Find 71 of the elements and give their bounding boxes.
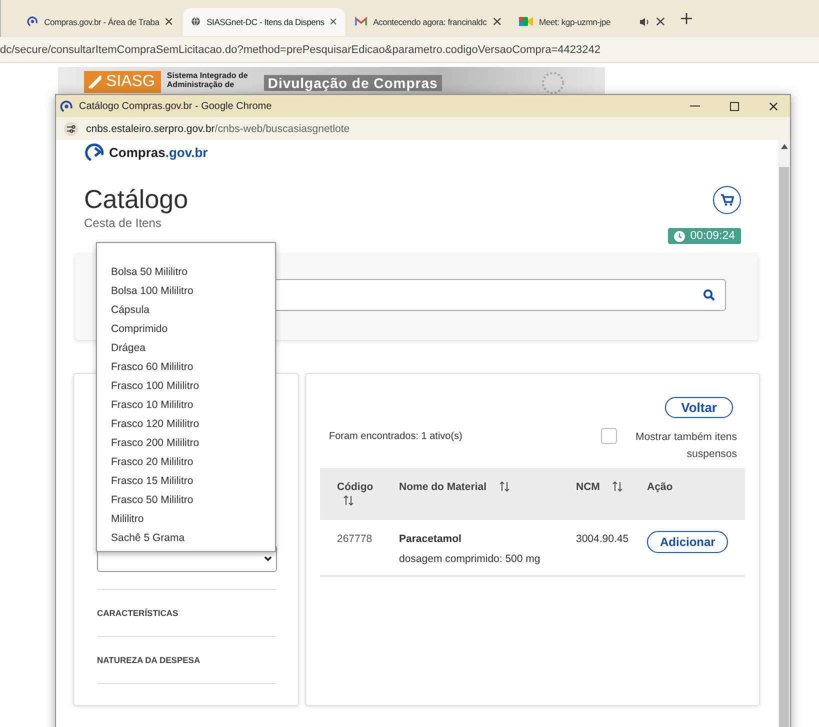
column-header: Código	[337, 481, 374, 493]
dropdown-option[interactable]: Frasco 20 Mililitro	[97, 453, 275, 472]
add-button[interactable]: Adicionar	[647, 531, 728, 553]
table-cell: 3004.90.45	[576, 533, 629, 545]
checkbox-label[interactable]: Mostrar também itens suspensos	[617, 429, 737, 463]
column-header: Nome do Material	[399, 481, 487, 493]
dropdown-option[interactable]: Bolsa 50 Mililitro	[97, 263, 275, 282]
system-name-line: Administração de	[166, 80, 236, 89]
close-icon[interactable]	[165, 17, 173, 26]
column-header: Ação	[647, 481, 673, 493]
page-title: Catálogo	[84, 184, 190, 215]
banner-heading: Divulgação de Compras	[264, 75, 442, 91]
chevron-down-icon	[264, 556, 272, 562]
sort-icon[interactable]	[612, 481, 623, 492]
dropdown-option[interactable]: Mililitro	[97, 510, 275, 529]
dropdown-option[interactable]: Frasco 100 Mililitro	[97, 377, 275, 396]
site-settings-icon[interactable]	[64, 122, 78, 136]
table-cell: 267778	[337, 533, 372, 545]
filter-heading[interactable]: NATUREZA DA DESPESA	[97, 655, 200, 665]
close-icon[interactable]	[492, 17, 501, 26]
back-button[interactable]: Voltar	[665, 397, 733, 418]
dropdown-option[interactable]: Drágea	[97, 339, 275, 358]
brand-name: Compras.gov.br	[109, 144, 208, 160]
dropdown-option[interactable]: Bolsa 100 Mililitro	[97, 282, 275, 301]
browser-tab[interactable]: Acontecendo agora: francinaldc	[347, 8, 509, 36]
dropdown-option[interactable]: Cápsula	[97, 301, 275, 320]
system-name-line: Sistema Integrado de	[166, 71, 248, 80]
cart-icon	[720, 194, 734, 206]
browser-tab[interactable]: Meet: kgp-uzmn-jpe	[511, 8, 673, 36]
maximize-icon[interactable]	[730, 102, 739, 110]
dropdown-option[interactable]: Comprimido	[97, 320, 275, 339]
search-icon[interactable]	[703, 289, 715, 301]
popup-address[interactable]: cnbs.estaleiro.serpro.gov.br/cnbs-web/buscasiasgnetlote	[86, 122, 350, 134]
dropdown-option[interactable]: Frasco 60 Mililitro	[97, 358, 275, 377]
material-description: dosagem comprimido: 500 mg	[399, 553, 542, 565]
scrollbar[interactable]	[778, 140, 790, 727]
sort-icon[interactable]	[498, 481, 510, 492]
close-icon[interactable]	[769, 102, 778, 110]
browser-tab[interactable]: SIASGnet-DC - Itens da Dispens	[183, 8, 345, 36]
new-tab-icon[interactable]	[681, 13, 692, 24]
ring-icon	[27, 15, 38, 28]
material-name: Paracetamol	[399, 533, 462, 545]
seal-icon	[541, 71, 565, 95]
dropdown-option[interactable]: Sachê 5 Grama	[97, 529, 275, 548]
timer-badge: 00:09:24	[668, 228, 741, 244]
scroll-up-icon[interactable]	[780, 144, 788, 149]
results-count: Foram encontrados: 1 ativo(s)	[329, 431, 464, 442]
mail-icon	[355, 16, 368, 27]
close-icon[interactable]	[330, 17, 337, 26]
brand-logo-icon	[84, 142, 106, 162]
checkbox[interactable]	[601, 428, 617, 444]
logo-text: SIASG	[106, 73, 155, 91]
globe-icon	[191, 15, 201, 28]
dropdown-option[interactable]: Frasco 200 Mililitro	[97, 434, 275, 453]
page-subtitle: Cesta de Itens	[84, 216, 162, 230]
ring-icon	[60, 100, 73, 112]
clock-icon	[674, 230, 686, 242]
speaker-icon[interactable]	[639, 16, 650, 26]
dropdown-option[interactable]: Frasco 10 Mililitro	[97, 396, 275, 415]
column-header: NCM	[576, 481, 600, 493]
filter-heading[interactable]: CARACTERÍSTICAS	[97, 608, 178, 618]
dropdown-option[interactable]: Frasco 120 Mililitro	[97, 415, 275, 434]
close-icon[interactable]	[656, 17, 665, 26]
dropdown-option[interactable]: Frasco 15 Mililitro	[97, 472, 275, 491]
sort-icon[interactable]	[343, 495, 354, 506]
logo-icon	[87, 74, 103, 90]
browser-tab[interactable]: Compras.gov.br - Área de Traba	[19, 8, 181, 36]
dropdown-option[interactable]: Frasco 50 Mililitro	[97, 491, 275, 510]
window-title: Catálogo Compras.gov.br - Google Chrome	[79, 100, 272, 112]
video-camera-icon	[519, 16, 533, 27]
cart-button[interactable]	[713, 186, 741, 214]
